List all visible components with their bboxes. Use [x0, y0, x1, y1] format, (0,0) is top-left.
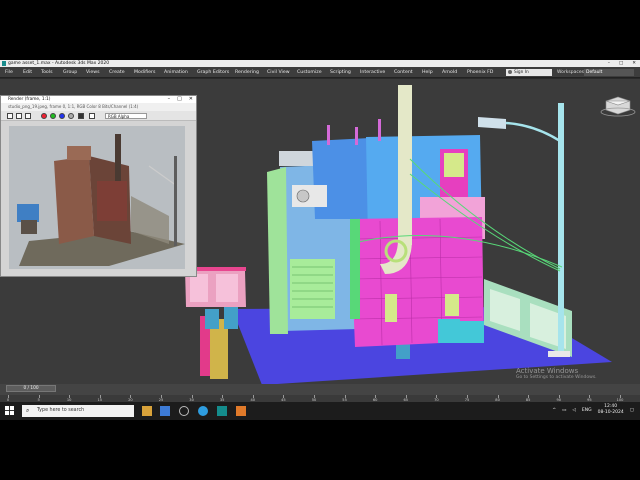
barrel-left [205, 309, 219, 329]
title-bar: game asset_1.max - Autodesk 3ds Max 2020… [0, 60, 640, 67]
chevron-up-icon[interactable]: ^ [552, 408, 556, 413]
window-title: game asset_1.max - Autodesk 3ds Max 2020 [8, 61, 110, 66]
frame-window-title-text: Render (frame, 1:1) [8, 97, 51, 102]
search-icon: ⌕ [26, 407, 30, 414]
alpha-channel-icon[interactable] [68, 113, 74, 119]
network-icon[interactable]: ▭ [562, 408, 566, 413]
volume-icon[interactable]: ◁ [572, 408, 575, 413]
chrome-icon[interactable] [179, 406, 189, 416]
file-explorer-icon[interactable] [142, 406, 152, 416]
green-ladder [350, 219, 360, 319]
clear-icon[interactable] [89, 113, 95, 119]
sign-in-label: Sign In [514, 70, 529, 75]
perspective-viewport[interactable]: Render (frame, 1:1) – □ ✕ studio_png_19.… [0, 79, 640, 385]
windows-taskbar: ⌕ Type here to search ^ ▭ ◁ ENG 12:40 08… [0, 402, 640, 420]
menu-customize[interactable]: Customize [297, 70, 322, 75]
render-preview [9, 126, 185, 269]
menu-create[interactable]: Create [109, 70, 125, 75]
crate-2 [460, 321, 484, 343]
workspace-select[interactable]: Default [584, 69, 634, 76]
time-slider[interactable]: 0 / 100 [6, 385, 56, 392]
frame-info-text: studio_png_19.jpeg, frame 0, 1:1, RGB Co… [8, 104, 139, 109]
green-channel-icon[interactable] [50, 113, 56, 119]
close-icon[interactable]: ✕ [632, 60, 636, 67]
frame-close-icon[interactable]: ✕ [189, 96, 193, 103]
minimize-icon[interactable]: – [608, 60, 610, 67]
workspaces-label: Workspaces: [557, 70, 586, 75]
chimney-pipe [398, 85, 412, 245]
blue-channel-icon[interactable] [59, 113, 65, 119]
channel-select[interactable]: RGB Alpha [105, 113, 147, 119]
store-icon[interactable] [160, 406, 170, 416]
maximize-icon[interactable]: □ [619, 60, 623, 67]
rendered-frame-window: Render (frame, 1:1) – □ ✕ studio_png_19.… [0, 95, 197, 277]
menu-content[interactable]: Content [394, 70, 413, 75]
frame-window-title: Render (frame, 1:1) – □ ✕ [1, 96, 196, 103]
menu-file[interactable]: File [5, 70, 13, 75]
letterbox-bottom [0, 420, 640, 480]
menu-animation[interactable]: Animation [164, 70, 188, 75]
vlc-icon[interactable] [236, 406, 246, 416]
menu-interactive[interactable]: Interactive [360, 70, 385, 75]
menu-rendering[interactable]: Rendering [235, 70, 259, 75]
menu-scripting[interactable]: Scripting [330, 70, 351, 75]
letterbox-top [0, 0, 640, 60]
user-icon [508, 70, 512, 74]
watermark-line1: Activate Windows [516, 367, 579, 375]
green-shutter [290, 259, 335, 319]
mono-icon[interactable] [78, 113, 84, 119]
viewcube-icon[interactable] [600, 96, 636, 117]
menu-arnold[interactable]: Arnold [442, 70, 457, 75]
windows-start-icon[interactable] [5, 406, 14, 415]
language-indicator[interactable]: ENG [582, 408, 592, 413]
copy-image-icon[interactable] [16, 113, 22, 119]
menu-phoenix-fd[interactable]: Phoenix FD [467, 70, 493, 75]
3dsmax-taskbar-icon[interactable] [217, 406, 227, 416]
workspace-value: Default [586, 70, 603, 75]
menu-edit[interactable]: Edit [23, 70, 32, 75]
clock[interactable]: 12:40 08-10-2024 [598, 404, 624, 416]
frame-info-bar: studio_png_19.jpeg, frame 0, 1:1, RGB Co… [1, 103, 196, 111]
clock-date: 08-10-2024 [597, 410, 624, 415]
frame-maximize-icon[interactable]: □ [177, 96, 182, 103]
search-placeholder: Type here to search [37, 408, 85, 413]
red-channel-icon[interactable] [41, 113, 47, 119]
menu-tools[interactable]: Tools [41, 70, 53, 75]
clone-window-icon[interactable] [25, 113, 31, 119]
street-lamp-head [478, 117, 506, 129]
app-icon [2, 61, 6, 66]
frame-minimize-icon[interactable]: – [168, 96, 171, 103]
crate-1 [438, 319, 460, 343]
3dsmax-screen: game asset_1.max - Autodesk 3ds Max 2020… [0, 60, 640, 420]
save-image-icon[interactable] [7, 113, 13, 119]
menu-group[interactable]: Group [63, 70, 77, 75]
activate-windows-watermark: Activate Windows Go to Settings to activ… [516, 367, 597, 380]
channel-value: RGB Alpha [108, 114, 130, 119]
frame-toolbar: RGB Alpha [1, 111, 196, 121]
menu-views[interactable]: Views [86, 70, 100, 75]
menu-modifiers[interactable]: Modifiers [134, 70, 155, 75]
watermark-line2: Go to Settings to activate Windows. [516, 375, 597, 380]
menu-civil-view[interactable]: Civil View [267, 70, 290, 75]
sign-in-dropdown[interactable]: Sign In [506, 69, 552, 76]
taskbar-search-input[interactable]: ⌕ Type here to search [22, 405, 134, 417]
system-tray: ^ ▭ ◁ ENG 12:40 08-10-2024 ▢ [552, 404, 634, 416]
menu-help[interactable]: Help [422, 70, 433, 75]
barrel-left-2 [224, 307, 238, 329]
notifications-icon[interactable]: ▢ [630, 408, 634, 413]
edge-icon[interactable] [198, 406, 208, 416]
rendered-image [9, 126, 185, 269]
time-slider-label: 0 / 100 [23, 386, 39, 391]
building-left-trim [267, 167, 288, 334]
menu-graph-editors[interactable]: Graph Editors [197, 70, 229, 75]
